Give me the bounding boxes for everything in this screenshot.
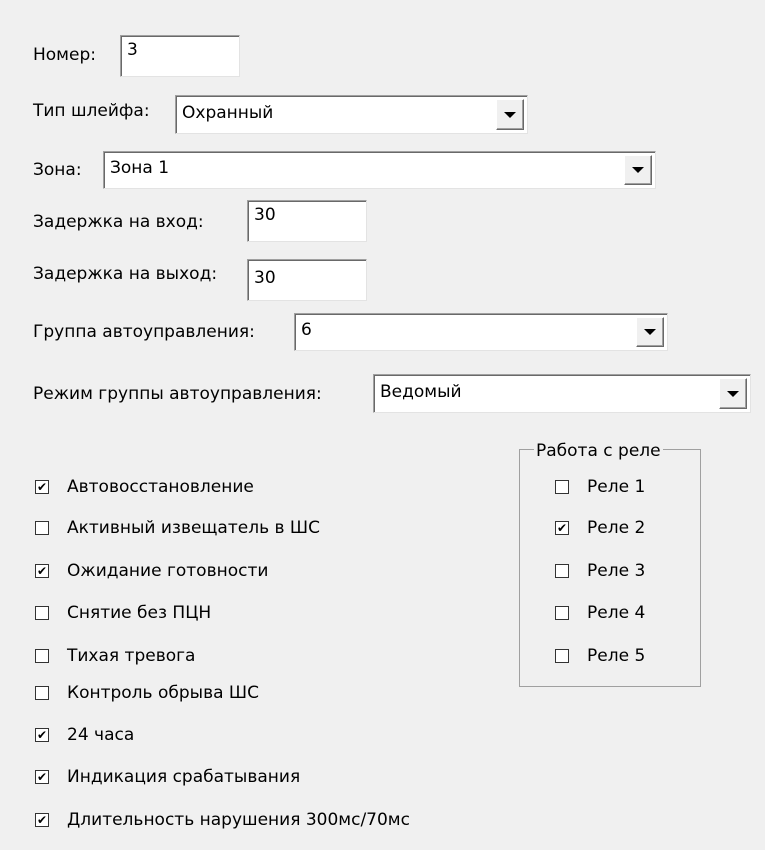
- number-input[interactable]: 3: [120, 35, 240, 77]
- exit-delay-value: 30: [254, 268, 276, 288]
- auto-group-mode-label: Режим группы автоуправления:: [33, 384, 322, 404]
- option-3-label: Снятие без ПЦН: [67, 603, 212, 623]
- checkmark-icon: ✔: [36, 770, 48, 784]
- loop-type-value: Охранный: [182, 103, 274, 123]
- option-6-label: 24 часа: [67, 725, 135, 745]
- checkmark-icon: ✔: [36, 564, 48, 578]
- option-1-checkbox[interactable]: [35, 521, 49, 535]
- option-2-label: Ожидание готовности: [67, 561, 269, 581]
- option-6-checkbox[interactable]: ✔: [35, 728, 49, 742]
- entry-delay-input[interactable]: 30: [247, 200, 367, 242]
- chevron-down-icon: [727, 390, 739, 397]
- option-1-label: Активный извещатель в ШС: [67, 518, 320, 538]
- entry-delay-label: Задержка на вход:: [33, 212, 204, 232]
- auto-group-mode-dropdown-button[interactable]: [719, 378, 747, 409]
- zone-value: Зона 1: [110, 158, 170, 178]
- relay-3-checkbox[interactable]: [555, 564, 569, 578]
- option-3-checkbox[interactable]: [35, 606, 49, 620]
- auto-group-select[interactable]: 6: [294, 313, 668, 351]
- relay-5-checkbox[interactable]: [555, 649, 569, 663]
- option-8-label: Длительность нарушения 300мс/70мс: [67, 810, 410, 830]
- option-4-label: Тихая тревога: [67, 646, 196, 666]
- checkmark-icon: ✔: [556, 521, 568, 535]
- checkmark-icon: ✔: [36, 813, 48, 827]
- checkmark-icon: ✔: [36, 728, 48, 742]
- option-4-checkbox[interactable]: [35, 649, 49, 663]
- auto-group-value: 6: [301, 320, 312, 340]
- entry-delay-value: 30: [254, 205, 276, 225]
- relay-2-label: Реле 2: [587, 518, 646, 538]
- exit-delay-input[interactable]: 30: [247, 259, 367, 301]
- relay-group-title: Работа с реле: [534, 441, 663, 461]
- option-2-checkbox[interactable]: ✔: [35, 564, 49, 578]
- relay-1-checkbox[interactable]: [555, 480, 569, 494]
- auto-group-mode-select[interactable]: Ведомый: [373, 374, 751, 413]
- exit-delay-label: Задержка на выход:: [33, 264, 218, 284]
- option-8-checkbox[interactable]: ✔: [35, 813, 49, 827]
- loop-type-dropdown-button[interactable]: [496, 99, 524, 130]
- chevron-down-icon: [632, 167, 644, 173]
- option-5-label: Контроль обрыва ШС: [67, 683, 259, 703]
- checkmark-icon: ✔: [36, 480, 48, 494]
- auto-group-dropdown-button[interactable]: [636, 317, 664, 347]
- chevron-down-icon: [504, 111, 516, 118]
- loop-type-select[interactable]: Охранный: [175, 95, 528, 134]
- relay-3-label: Реле 3: [587, 561, 646, 581]
- loop-type-label: Тип шлейфа:: [33, 101, 150, 121]
- option-7-label: Индикация срабатывания: [67, 767, 301, 787]
- option-0-checkbox[interactable]: ✔: [35, 480, 49, 494]
- zone-dropdown-button[interactable]: [624, 155, 652, 185]
- option-5-checkbox[interactable]: [35, 686, 49, 700]
- zone-select[interactable]: Зона 1: [103, 151, 656, 189]
- number-label: Номер:: [33, 45, 96, 65]
- option-7-checkbox[interactable]: ✔: [35, 770, 49, 784]
- relay-1-label: Реле 1: [587, 477, 646, 497]
- auto-group-mode-value: Ведомый: [380, 382, 462, 402]
- auto-group-label: Группа автоуправления:: [33, 322, 255, 342]
- relay-5-label: Реле 5: [587, 646, 646, 666]
- number-value: 3: [127, 40, 138, 60]
- option-0-label: Автовосстановление: [67, 477, 254, 497]
- relay-4-checkbox[interactable]: [555, 606, 569, 620]
- relay-2-checkbox[interactable]: ✔: [555, 521, 569, 535]
- chevron-down-icon: [644, 329, 656, 335]
- zone-label: Зона:: [33, 160, 82, 180]
- relay-4-label: Реле 4: [587, 603, 646, 623]
